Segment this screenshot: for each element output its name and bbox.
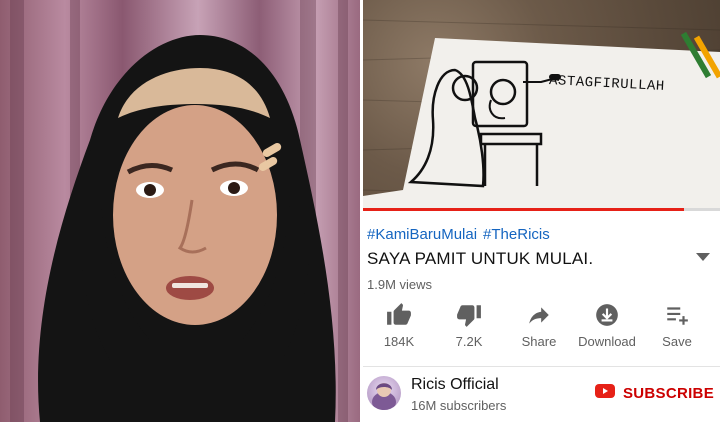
subscriber-count: 16M subscribers	[411, 398, 507, 413]
thumbs-down-icon	[433, 300, 505, 330]
share-button[interactable]: Share	[503, 300, 575, 349]
save-button[interactable]: Save	[641, 300, 713, 349]
subscribe-label: SUBSCRIBE	[622, 385, 714, 402]
download-label: Download	[578, 334, 636, 349]
share-label: Share	[521, 334, 557, 349]
hashtag-row: #KamiBaruMulai #TheRicis	[367, 226, 556, 243]
download-icon	[571, 300, 643, 330]
presenter-illustration	[10, 0, 348, 422]
action-bar: 184K 7.2K Share Download Save	[363, 300, 720, 358]
youtube-watch-panel: ASTAGFIRULLAH #KamiBaruMulai #TheRicis SA…	[363, 0, 720, 422]
view-count: 1.9M views	[367, 277, 433, 292]
save-label: Save	[662, 334, 692, 349]
expand-description-icon[interactable]	[696, 253, 710, 261]
video-progress-fill	[363, 208, 685, 211]
dislike-count: 7.2K	[455, 334, 483, 349]
download-button[interactable]: Download	[571, 300, 643, 349]
share-icon	[503, 300, 575, 330]
video-progress-bar[interactable]	[363, 208, 720, 211]
dislike-button[interactable]: 7.2K	[433, 300, 505, 349]
divider	[363, 366, 720, 367]
video-player[interactable]: ASTAGFIRULLAH	[363, 0, 720, 210]
presenter-photo	[0, 0, 360, 422]
hashtag-link[interactable]: #KamiBaruMulai	[367, 226, 477, 243]
youtube-logo-icon	[594, 384, 615, 403]
hashtag-link[interactable]: #TheRicis	[483, 226, 550, 243]
like-button[interactable]: 184K	[363, 300, 435, 349]
video-title[interactable]: SAYA PAMIT UNTUK MULAI.	[367, 249, 593, 269]
channel-avatar[interactable]	[367, 376, 401, 410]
like-count: 184K	[383, 334, 415, 349]
video-frame-drawing	[363, 19, 720, 210]
save-to-playlist-icon	[641, 300, 713, 330]
subscribe-button[interactable]: SUBSCRIBE	[594, 384, 714, 403]
thumbs-up-icon	[363, 300, 435, 330]
channel-name[interactable]: Ricis Official	[411, 376, 499, 394]
